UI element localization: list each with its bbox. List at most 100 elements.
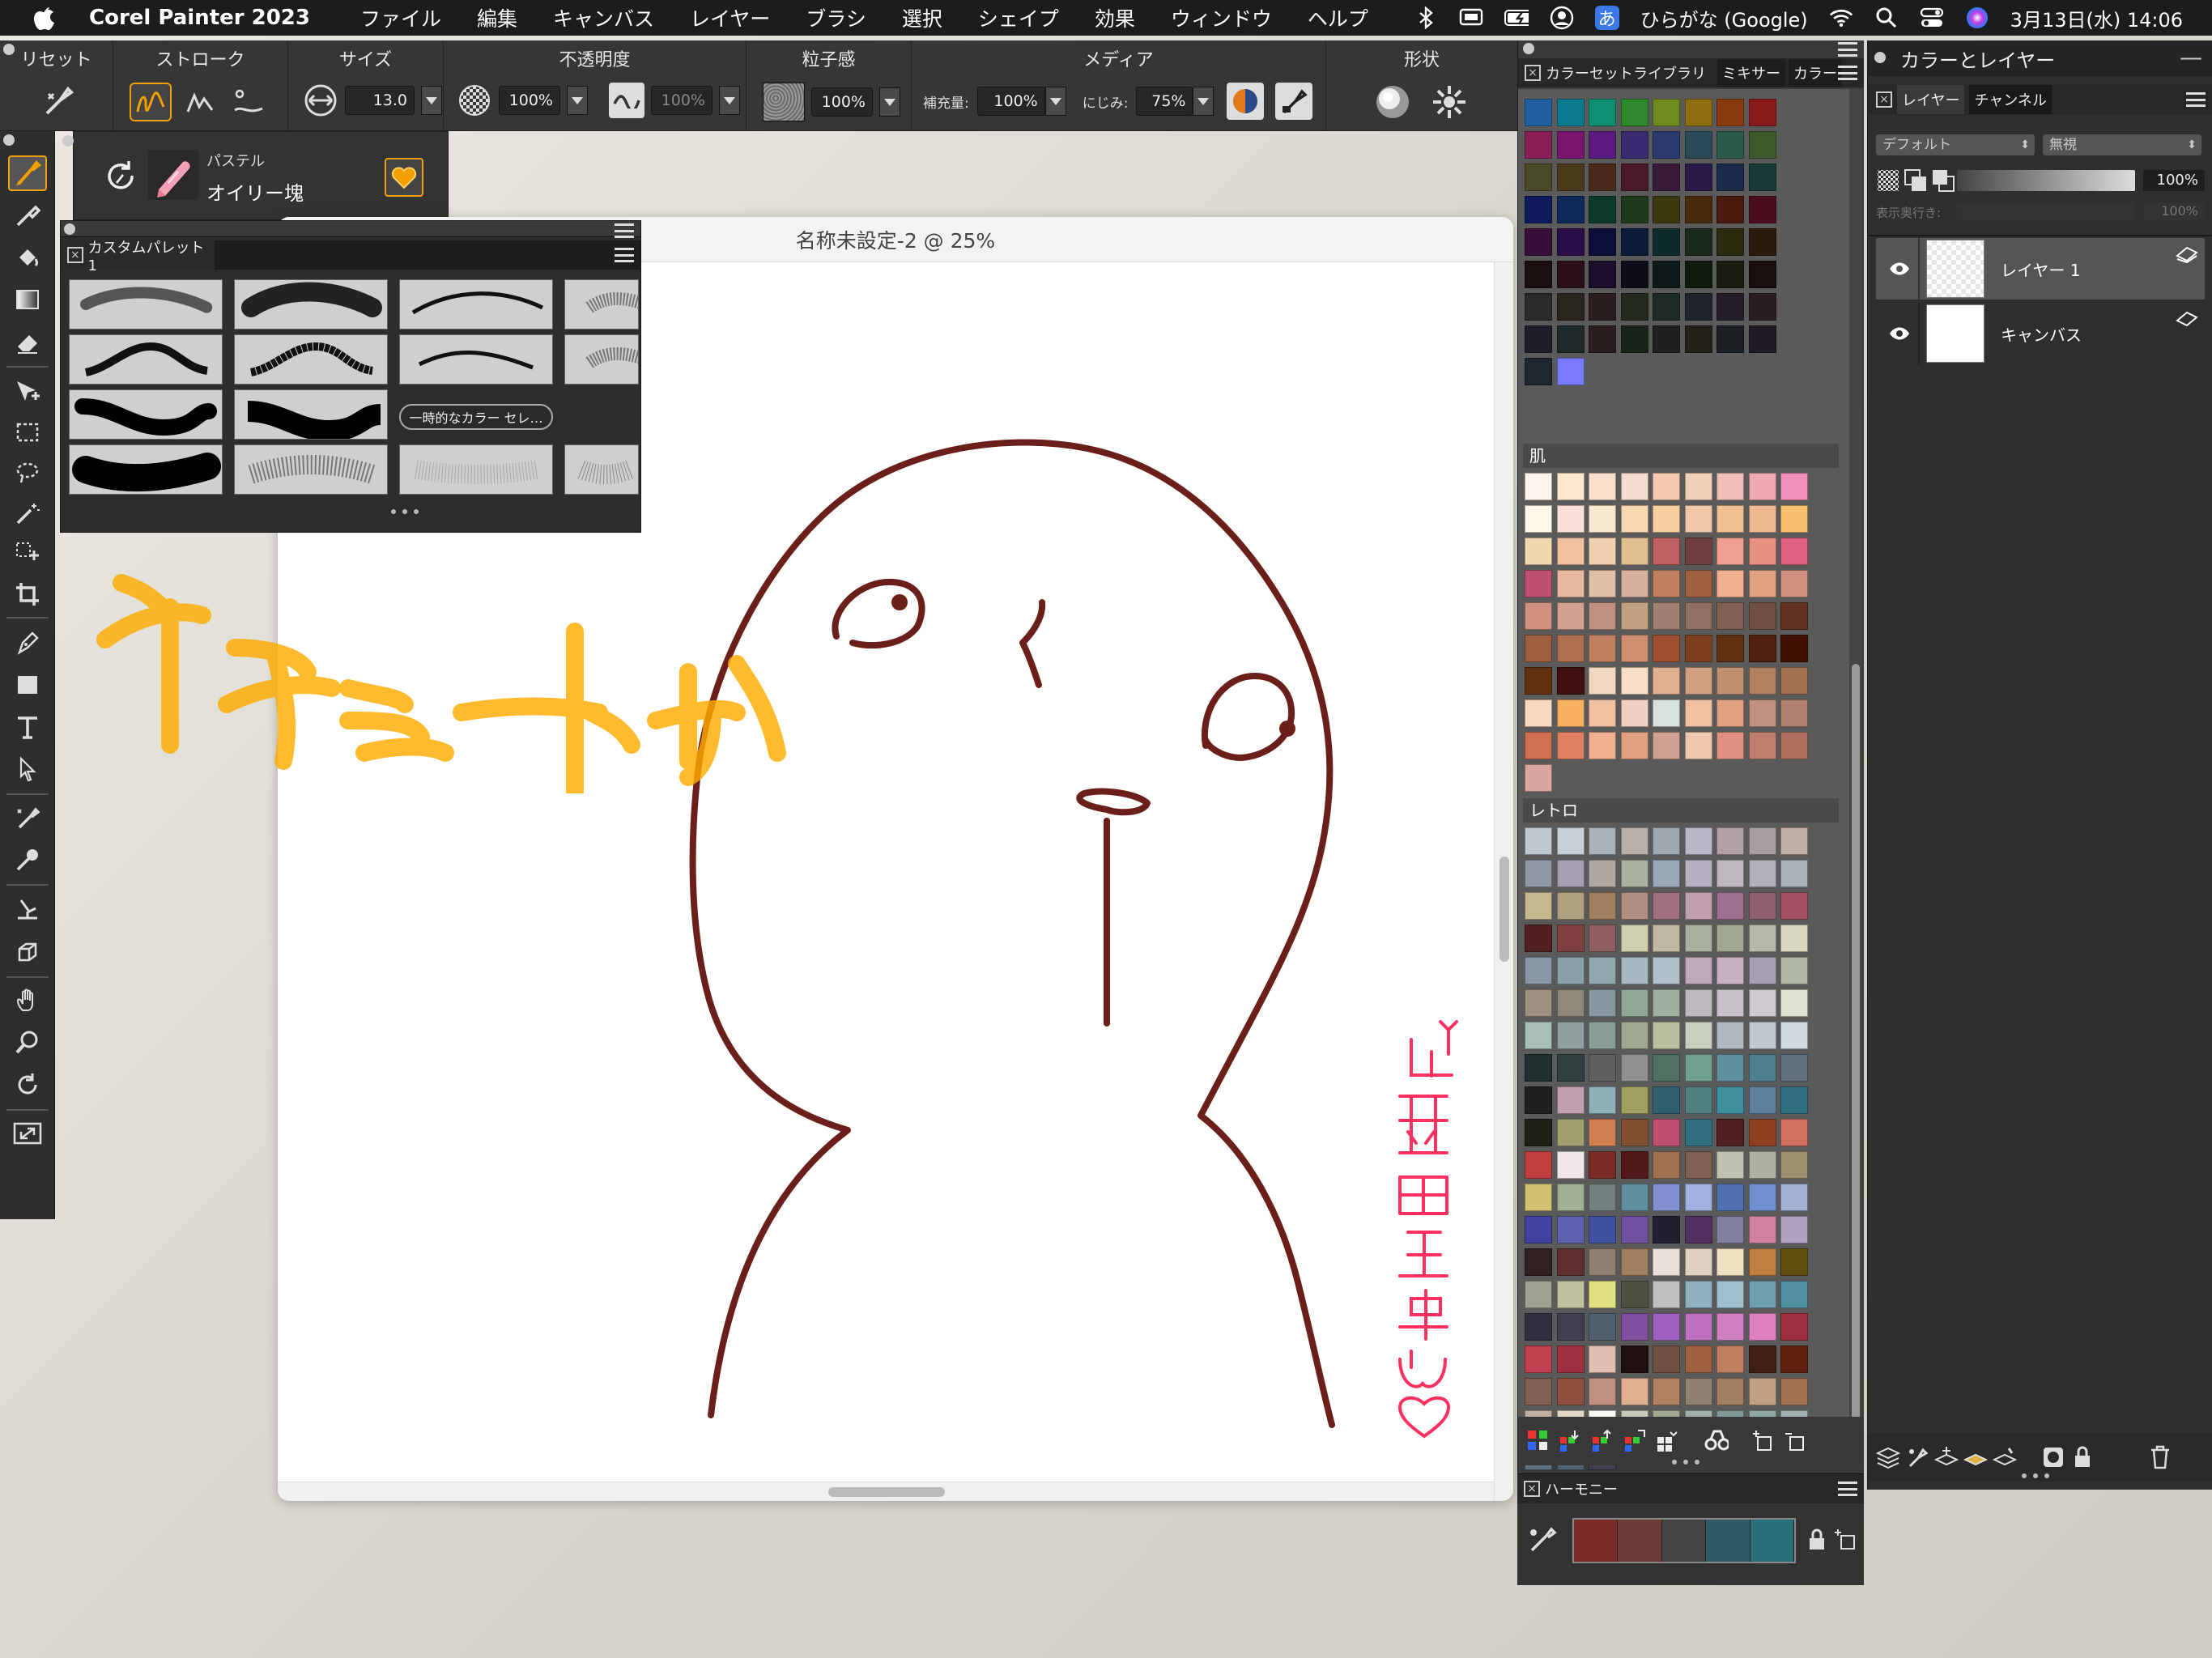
- color-swatch[interactable]: [1525, 570, 1552, 597]
- color-swatch[interactable]: [1556, 196, 1585, 223]
- color-swatch[interactable]: [1620, 473, 1648, 500]
- grain-input[interactable]: 100%: [811, 87, 873, 117]
- color-swatch[interactable]: [1716, 1281, 1745, 1308]
- colorlib-scroll-thumb[interactable]: [1852, 664, 1860, 1457]
- color-swatch[interactable]: [1556, 473, 1585, 500]
- color-swatch[interactable]: [1716, 860, 1745, 887]
- dropper-tool[interactable]: [8, 198, 47, 233]
- color-swatch[interactable]: [1748, 99, 1776, 126]
- colorlib-title[interactable]: カラーセットライブラリ: [1546, 62, 1706, 83]
- straight-stroke-button[interactable]: [181, 83, 220, 121]
- color-swatch[interactable]: [1748, 570, 1776, 597]
- color-swatch[interactable]: [1653, 1378, 1681, 1405]
- color-swatch[interactable]: [1653, 1054, 1681, 1082]
- color-swatch[interactable]: [1589, 957, 1617, 984]
- color-swatch[interactable]: [1620, 732, 1648, 759]
- preserve-transparency-icon[interactable]: [1876, 168, 1900, 193]
- color-swatch[interactable]: [1748, 1281, 1776, 1308]
- color-swatch[interactable]: [1620, 1054, 1648, 1082]
- color-swatch[interactable]: [1780, 1281, 1809, 1308]
- siri-icon[interactable]: [1965, 6, 1989, 30]
- selection-adjuster-tool[interactable]: [8, 536, 47, 572]
- apple-icon[interactable]: [31, 4, 58, 32]
- color-swatch[interactable]: [1748, 473, 1776, 500]
- color-swatch[interactable]: [1620, 1248, 1648, 1276]
- recent-brushes-button[interactable]: [101, 156, 140, 195]
- palette-more-icon[interactable]: [391, 509, 428, 517]
- color-swatch[interactable]: [1589, 1184, 1617, 1211]
- color-swatch[interactable]: [1556, 667, 1585, 695]
- brush-category-button[interactable]: [148, 150, 198, 200]
- vertical-scrollbar[interactable]: [1494, 262, 1513, 1501]
- color-swatch[interactable]: [1684, 1313, 1712, 1341]
- resaturation-dropdown[interactable]: [1044, 87, 1066, 116]
- color-swatch[interactable]: [1748, 1151, 1776, 1179]
- color-swatch[interactable]: [1556, 325, 1585, 353]
- vertical-scroll-thumb[interactable]: [1499, 857, 1509, 962]
- menu-help[interactable]: ヘルプ: [1308, 3, 1368, 32]
- color-swatch[interactable]: [1684, 957, 1712, 984]
- rectangle-shape-tool[interactable]: [8, 667, 47, 703]
- menu-canvas[interactable]: キャンバス: [553, 3, 654, 32]
- color-swatch[interactable]: [1684, 99, 1712, 126]
- color-swatch[interactable]: [1748, 1184, 1776, 1211]
- lock-layer-icon[interactable]: [2070, 1445, 2095, 1469]
- paper-texture-swatch[interactable]: [763, 83, 805, 121]
- color-swatch[interactable]: [1684, 1346, 1712, 1373]
- color-swatch[interactable]: [1684, 925, 1712, 952]
- color-swatch[interactable]: [1748, 827, 1776, 855]
- color-swatch[interactable]: [1653, 732, 1681, 759]
- depth-slider[interactable]: [1957, 202, 2135, 220]
- color-swatch[interactable]: [1716, 293, 1745, 321]
- color-swatch[interactable]: [1525, 131, 1552, 159]
- color-swatch[interactable]: [1684, 1184, 1712, 1211]
- color-swatch[interactable]: [1780, 667, 1809, 695]
- color-swatch[interactable]: [1525, 860, 1552, 887]
- size-dropdown[interactable]: [421, 86, 442, 115]
- color-swatch[interactable]: [1716, 892, 1745, 920]
- bleed-dropdown[interactable]: [1193, 87, 1214, 116]
- palette-grip-icon[interactable]: [64, 223, 75, 235]
- color-swatch[interactable]: [1556, 99, 1585, 126]
- color-swatch[interactable]: [1620, 228, 1648, 256]
- color-swatch[interactable]: [1780, 732, 1809, 759]
- color-swatch[interactable]: [1780, 1054, 1809, 1082]
- color-swatch[interactable]: [1748, 196, 1776, 223]
- size-icon[interactable]: [303, 83, 338, 118]
- color-swatch[interactable]: [1556, 732, 1585, 759]
- layers-more-icon[interactable]: [2022, 1473, 2049, 1478]
- color-swatch[interactable]: [1748, 1054, 1776, 1082]
- brush-variant-label[interactable]: オイリー塊: [206, 177, 304, 206]
- color-swatch[interactable]: [1525, 505, 1552, 533]
- palette-brush-7[interactable]: [399, 334, 553, 385]
- color-swatch[interactable]: [1780, 989, 1809, 1017]
- color-swatch[interactable]: [1780, 538, 1809, 565]
- layer-row-layer1[interactable]: レイヤー 1: [1876, 238, 2205, 300]
- harmony-eyedropper-button[interactable]: [1527, 1523, 1559, 1558]
- color-swatch[interactable]: [1556, 635, 1585, 662]
- find-color-icon[interactable]: [1704, 1429, 1729, 1453]
- color-swatch[interactable]: [1748, 602, 1776, 630]
- color-swatch[interactable]: [1589, 293, 1617, 321]
- palette-brush-5[interactable]: [69, 334, 223, 385]
- rectangle-select-tool[interactable]: [8, 414, 47, 450]
- app-name[interactable]: Corel Painter 2023: [89, 6, 310, 30]
- harmony-close-icon[interactable]: ×: [1524, 1481, 1540, 1497]
- color-swatch[interactable]: [1716, 1151, 1745, 1179]
- color-variability-button[interactable]: [1227, 83, 1265, 120]
- color-swatch[interactable]: [1556, 538, 1585, 565]
- color-swatch[interactable]: [1716, 325, 1745, 353]
- color-swatch[interactable]: [1620, 860, 1648, 887]
- color-swatch[interactable]: [1525, 925, 1552, 952]
- palette-brush-3[interactable]: [399, 279, 553, 329]
- color-swatch[interactable]: [1653, 827, 1681, 855]
- color-swatch[interactable]: [1620, 99, 1648, 126]
- color-swatch[interactable]: [1556, 957, 1585, 984]
- stroke-options-button[interactable]: [230, 83, 269, 121]
- particle-shape-icon[interactable]: [1430, 83, 1469, 121]
- harmony-menu-icon[interactable]: [1838, 1482, 1857, 1496]
- magnifier-tool[interactable]: [8, 1025, 47, 1061]
- color-group-skin[interactable]: 肌: [1523, 444, 1839, 468]
- color-swatch[interactable]: [1780, 602, 1809, 630]
- color-swatch[interactable]: [1525, 261, 1552, 288]
